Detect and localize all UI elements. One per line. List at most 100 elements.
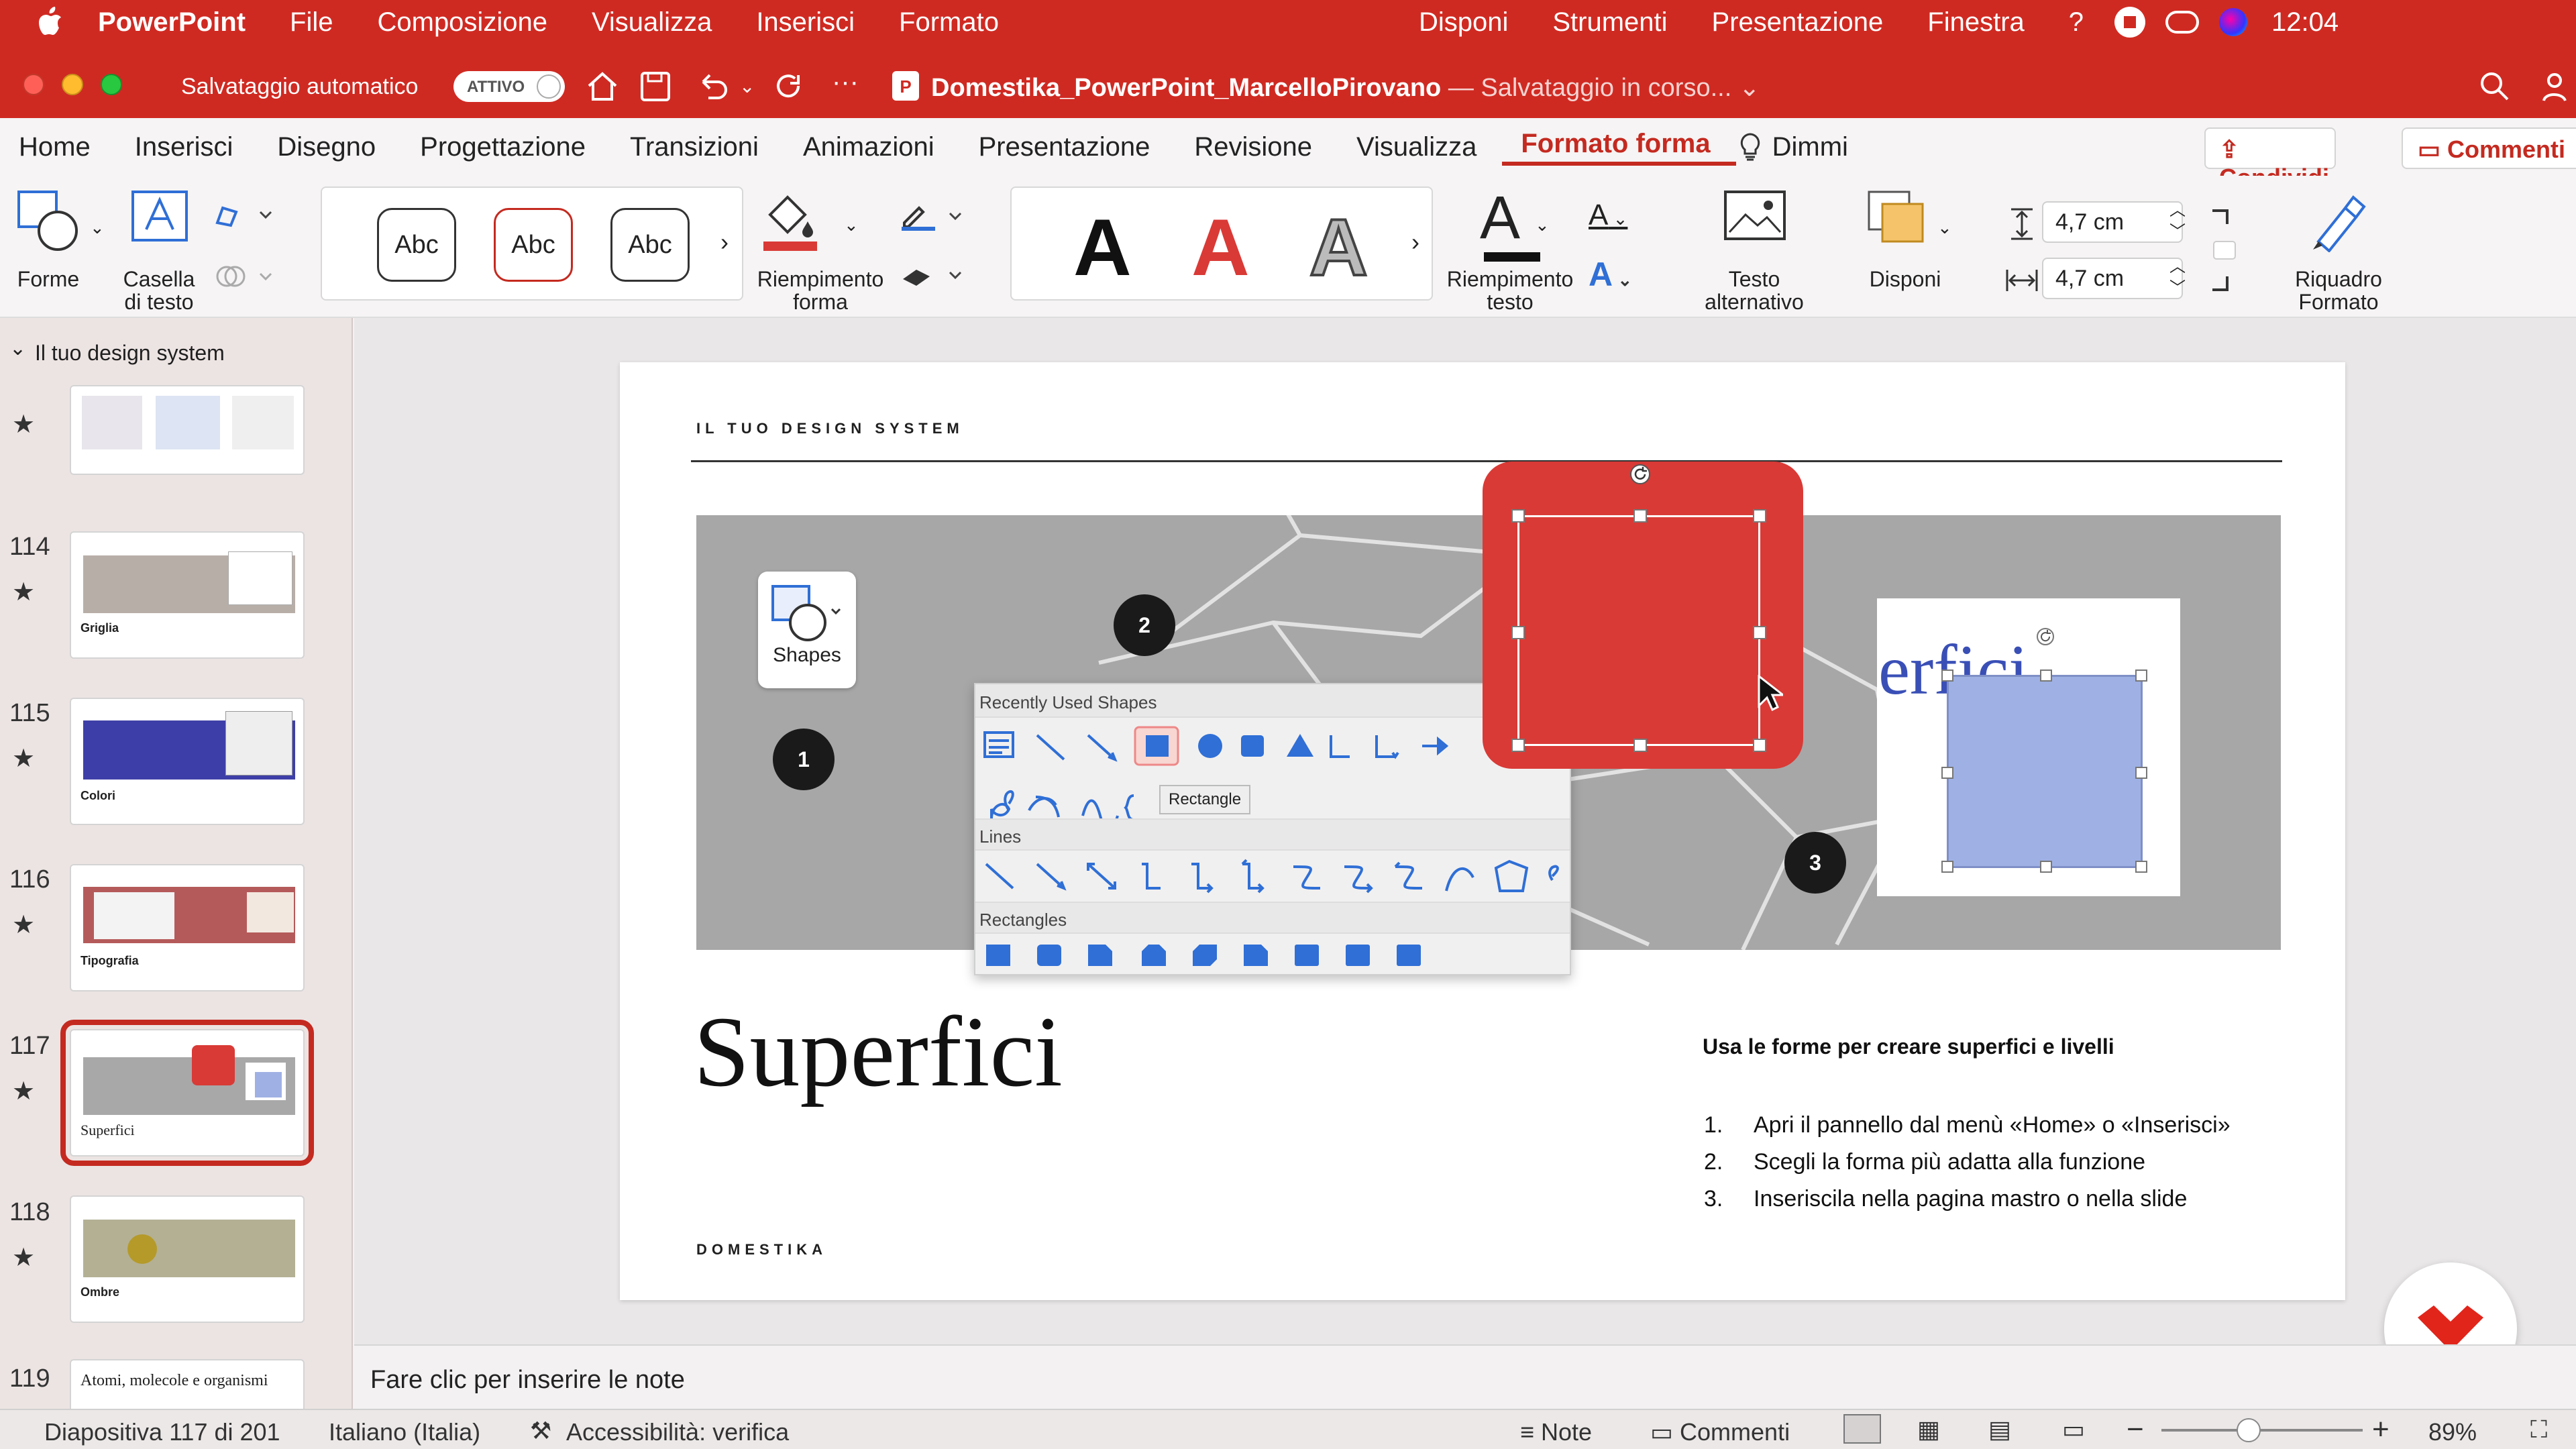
slideshow-icon[interactable]: ▭ <box>2062 1415 2085 1444</box>
control-center-icon[interactable] <box>2165 11 2200 34</box>
menu-strumenti[interactable]: Strumenti <box>1552 7 1667 38</box>
tab-presentazione[interactable]: Presentazione <box>960 132 1176 162</box>
menu-composizione[interactable]: Composizione <box>377 7 547 38</box>
menu-visualizza[interactable]: Visualizza <box>592 7 712 38</box>
blue-handle-w[interactable] <box>1941 767 1953 779</box>
title-dropdown-icon[interactable]: ⌄ <box>1739 74 1760 102</box>
zoom-level[interactable]: 89% <box>2428 1418 2477 1446</box>
wordart-style-red[interactable]: A <box>1191 201 1250 294</box>
text-fill-dropdown-icon[interactable]: ⌄ <box>1535 215 1550 235</box>
shape-style-1[interactable]: Abc <box>377 208 456 282</box>
clock[interactable]: 12:04 <box>2271 7 2339 38</box>
shape-fill-button[interactable]: ⌄ Riempimento forma <box>750 188 891 314</box>
slide-title[interactable]: Superfici <box>694 994 1063 1110</box>
normal-view-icon[interactable] <box>1843 1414 1881 1444</box>
language-indicator[interactable]: Italiano (Italia) <box>329 1418 480 1446</box>
document-title[interactable]: Domestika_PowerPoint_MarcelloPirovano <box>931 74 1441 102</box>
tab-home[interactable]: Home <box>0 132 116 162</box>
tab-formato-forma[interactable]: Formato forma <box>1502 129 1736 166</box>
height-input[interactable]: 4,7 cm <box>2042 201 2183 243</box>
handle-sw[interactable] <box>1511 739 1525 752</box>
selection-frame[interactable] <box>1511 509 1766 752</box>
notes-pane[interactable]: Fare clic per inserire le note <box>354 1344 2576 1409</box>
blue-square-shape[interactable] <box>1941 669 2147 873</box>
shape-fill-dropdown-icon[interactable]: ⌄ <box>844 215 859 235</box>
blue-handle-e[interactable] <box>2135 767 2147 779</box>
reading-view-icon[interactable]: ▤ <box>1988 1415 2011 1444</box>
comments-button[interactable]: ▭ Commenti <box>2402 127 2576 169</box>
blue-handle-ne[interactable] <box>2135 669 2147 682</box>
shape-style-3[interactable]: Abc <box>610 208 690 282</box>
accessibility-check[interactable]: Accessibilità: verifica <box>566 1418 789 1446</box>
slide-thumb-118[interactable]: Ombre <box>70 1195 305 1323</box>
width-input[interactable]: 4,7 cm <box>2042 258 2183 299</box>
zoom-out-button[interactable]: − <box>2127 1413 2144 1446</box>
handle-ne[interactable] <box>1753 509 1766 523</box>
share-button[interactable]: ⇪ Condividi <box>2204 127 2336 191</box>
blue-handle-s[interactable] <box>2040 861 2052 873</box>
shape-style-2[interactable]: Abc <box>494 208 573 282</box>
save-icon[interactable] <box>639 70 672 103</box>
window-zoom-button[interactable] <box>101 74 122 95</box>
handle-nw[interactable] <box>1511 509 1525 523</box>
steps-list[interactable]: 1. Apri il pannello dal menù «Home» o «In… <box>1704 1107 2231 1218</box>
zoom-in-button[interactable]: + <box>2372 1413 2390 1446</box>
textbox-button[interactable]: Casella di testo <box>114 188 204 314</box>
siri-icon[interactable] <box>2219 8 2248 36</box>
menu-file[interactable]: File <box>290 7 333 38</box>
handle-e[interactable] <box>1753 626 1766 639</box>
slide[interactable]: IL TUO DESIGN SYSTEM Shapes 1 2 3 Recent… <box>620 362 2345 1300</box>
menu-finestra[interactable]: Finestra <box>1927 7 2025 38</box>
shapes-dropdown-icon[interactable]: ⌄ <box>90 217 105 238</box>
text-fill-button[interactable]: A ⌄ Riempimento testo <box>1440 188 1580 314</box>
lock-aspect-icon[interactable] <box>2207 207 2241 294</box>
wordart-next-icon[interactable]: › <box>1411 228 1419 256</box>
alt-text-button[interactable]: Testo alternativo <box>1677 188 1831 314</box>
menu-presentazione[interactable]: Presentazione <box>1712 7 1884 38</box>
notes-toggle[interactable]: ≡ Note <box>1520 1418 1592 1446</box>
slide-subtitle[interactable]: Usa le forme per creare superfici e live… <box>1703 1034 2114 1059</box>
tab-progettazione[interactable]: Progettazione <box>401 132 611 162</box>
height-stepper[interactable]: ︿ ﹀ <box>2169 200 2186 243</box>
section-title[interactable]: Il tuo design system <box>35 341 225 366</box>
arrange-dropdown-icon[interactable]: ⌄ <box>1937 217 1952 238</box>
wordart-style-black[interactable]: A <box>1073 201 1132 294</box>
zoom-slider-track[interactable] <box>2161 1429 2363 1432</box>
slide-thumb-119[interactable]: Atomi, molecole e organismi <box>70 1359 305 1409</box>
shapes-button-large[interactable]: Shapes <box>758 572 856 688</box>
handle-s[interactable] <box>1633 739 1647 752</box>
tab-visualizza[interactable]: Visualizza <box>1338 132 1502 162</box>
format-pane-button[interactable]: Riquadro Formato <box>2271 188 2406 314</box>
window-minimize-button[interactable] <box>62 74 83 95</box>
slide-counter[interactable]: Diapositiva 117 di 201 <box>44 1418 280 1446</box>
menu-formato[interactable]: Formato <box>899 7 999 38</box>
slide-thumb-116[interactable]: Tipografia <box>70 864 305 991</box>
undo-icon[interactable] <box>695 70 730 103</box>
slide-header[interactable]: IL TUO DESIGN SYSTEM <box>696 420 964 437</box>
zoom-slider-thumb[interactable] <box>2237 1418 2261 1442</box>
blue-handle-se[interactable] <box>2135 861 2147 873</box>
merge-shapes-icon[interactable] <box>213 263 274 290</box>
menu-inserisci[interactable]: Inserisci <box>756 7 855 38</box>
menu-disponi[interactable]: Disponi <box>1419 7 1508 38</box>
shape-effects-icon[interactable] <box>899 262 966 291</box>
shape-outline-icon[interactable] <box>899 203 966 232</box>
section-chevron-icon[interactable]: ⌄ <box>9 337 26 360</box>
tab-disegno[interactable]: Disegno <box>258 132 401 162</box>
blue-handle-sw[interactable] <box>1941 861 1953 873</box>
blue-handle-n[interactable] <box>2040 669 2052 682</box>
slide-thumb-117[interactable]: Superfici <box>60 1020 314 1166</box>
tab-animazioni[interactable]: Animazioni <box>784 132 960 162</box>
edit-shape-icon[interactable] <box>213 203 274 229</box>
people-icon[interactable] <box>2542 70 2576 103</box>
wordart-style-outline[interactable]: A <box>1308 201 1369 294</box>
fit-slide-icon[interactable]: ⛶ <box>2530 1415 2547 1444</box>
tab-transizioni[interactable]: Transizioni <box>611 132 784 162</box>
blue-rotate-handle-icon[interactable] <box>2035 627 2055 647</box>
text-outline-icon[interactable]: A ⌄ <box>1589 199 1627 232</box>
tab-inserisci[interactable]: Inserisci <box>116 132 259 162</box>
width-stepper[interactable]: ︿ ﹀ <box>2169 256 2186 299</box>
blue-handle-nw[interactable] <box>1941 669 1953 682</box>
handle-se[interactable] <box>1753 739 1766 752</box>
handle-w[interactable] <box>1511 626 1525 639</box>
